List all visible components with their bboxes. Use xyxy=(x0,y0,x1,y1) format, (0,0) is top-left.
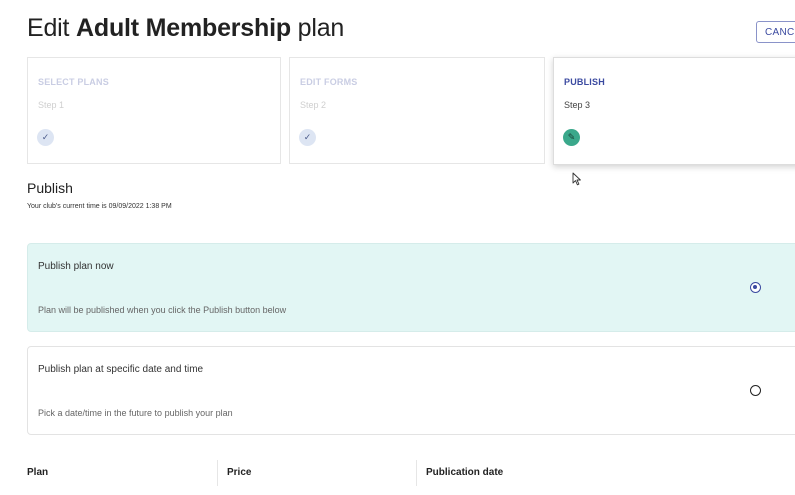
column-divider xyxy=(217,460,218,486)
check-icon: ✓ xyxy=(299,129,316,146)
option-description: Plan will be published when you click th… xyxy=(38,305,287,315)
option-publish-now[interactable]: Publish plan now Plan will be published … xyxy=(27,243,795,332)
step-name: PUBLISH xyxy=(564,77,605,87)
column-header-price[interactable]: Price xyxy=(227,467,251,478)
column-header-publication-date[interactable]: Publication date xyxy=(426,467,503,478)
option-title: Publish plan at specific date and time xyxy=(38,364,204,375)
step-number: Step 3 xyxy=(564,100,591,110)
mouse-cursor-icon xyxy=(572,172,581,186)
title-prefix: Edit xyxy=(27,14,77,42)
cancel-button[interactable]: CANCEL xyxy=(756,21,795,43)
radio-publish-scheduled[interactable] xyxy=(750,385,761,396)
publish-section-title: Publish xyxy=(27,180,73,196)
club-current-time: Your club's current time is 09/09/2022 1… xyxy=(27,203,172,210)
column-header-plan[interactable]: Plan xyxy=(27,467,48,478)
option-description: Pick a date/time in the future to publis… xyxy=(38,408,233,418)
step-select-plans[interactable]: SELECT PLANS Step 1 ✓ xyxy=(27,57,281,164)
radio-publish-now[interactable] xyxy=(750,282,761,293)
plan-name: Adult Membership xyxy=(76,14,291,42)
step-number: Step 2 xyxy=(300,100,327,110)
step-name: SELECT PLANS xyxy=(38,77,109,87)
step-number: Step 1 xyxy=(38,100,65,110)
title-suffix: plan xyxy=(290,14,345,42)
step-publish[interactable]: PUBLISH Step 3 ✎ xyxy=(553,57,795,165)
option-publish-scheduled[interactable]: Publish plan at specific date and time P… xyxy=(27,346,795,435)
step-name: EDIT FORMS xyxy=(300,77,358,87)
check-icon: ✓ xyxy=(37,129,54,146)
page-title: Edit Adult Membership plan xyxy=(27,14,344,43)
step-edit-forms[interactable]: EDIT FORMS Step 2 ✓ xyxy=(289,57,545,164)
pencil-icon: ✎ xyxy=(563,129,580,146)
plans-table-header: Plan Price Publication date xyxy=(0,455,795,495)
column-divider xyxy=(416,460,417,486)
option-title: Publish plan now xyxy=(38,261,114,272)
